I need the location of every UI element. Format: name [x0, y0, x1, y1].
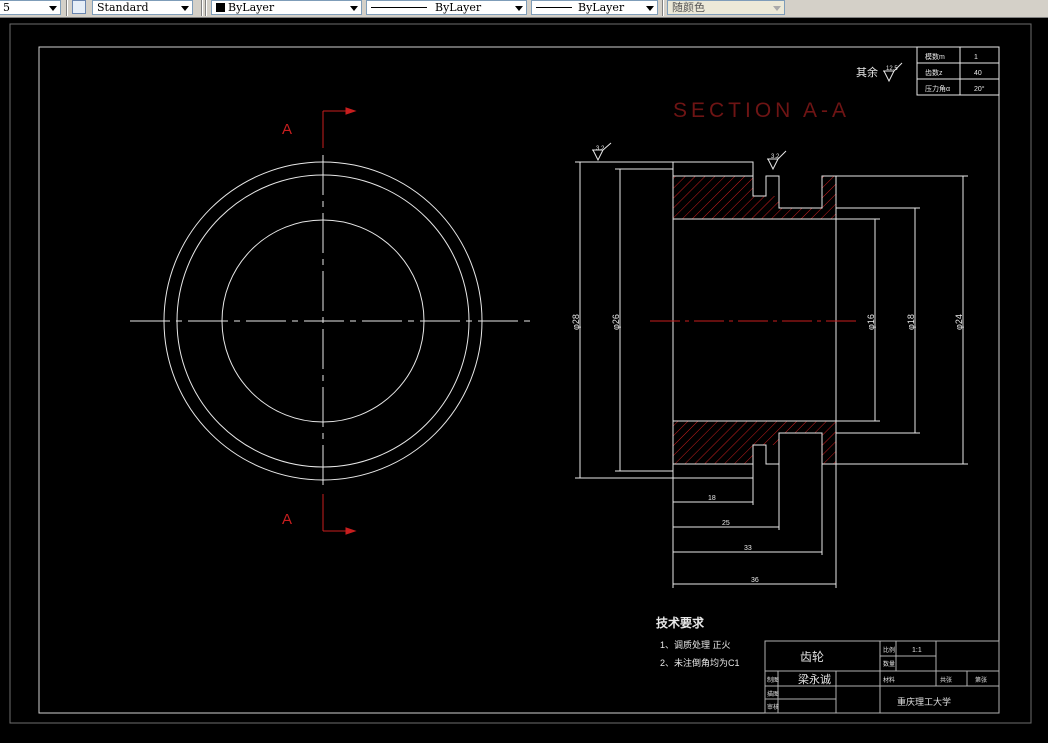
- tech-req-item: 2、未注倒角均为C1: [660, 657, 740, 668]
- material-label: 材料: [883, 676, 895, 684]
- cut-label-bottom: A: [282, 511, 292, 528]
- properties-toolbar: 5 Standard ByLayer ByLayer ByLayer 随颜色: [0, 0, 1048, 18]
- roughness-other-label: 其余: [856, 65, 878, 79]
- chevron-down-icon[interactable]: [645, 3, 655, 13]
- hatch-bottom-flange: [822, 433, 836, 464]
- toolbar-separator: [205, 0, 207, 16]
- first-dropdown[interactable]: 5: [0, 0, 61, 15]
- first-dropdown-value: 5: [3, 1, 10, 14]
- inner-frame: [38, 46, 1000, 714]
- section-title: SECTION A-A: [673, 99, 850, 122]
- school-name: 重庆理工大学: [897, 696, 951, 707]
- row-label: 审核: [767, 703, 779, 711]
- dim-25: 25: [722, 520, 730, 527]
- lineweight-value: ByLayer: [578, 1, 625, 14]
- roughness-left-value: 3.2: [596, 146, 605, 152]
- tech-requirements: 技术要求 1、调质处理 正火 2、未注倒角均为C1: [656, 615, 740, 668]
- scale-label: 比例: [883, 646, 895, 654]
- dim-d28: φ28: [571, 314, 581, 330]
- chevron-down-icon[interactable]: [48, 3, 58, 13]
- hatch-top: [673, 176, 836, 219]
- sheet-label: 共张: [940, 676, 952, 684]
- param-value: 40: [974, 70, 982, 77]
- dim-d18: φ18: [906, 314, 916, 330]
- text-style-value: Standard: [97, 1, 149, 14]
- qty-label: 数量: [883, 660, 895, 668]
- linetype-dropdown[interactable]: ByLayer: [366, 0, 527, 15]
- row-label: 制图: [767, 676, 779, 684]
- param-label: 模数m: [925, 52, 945, 61]
- toolbar-separator: [66, 0, 68, 16]
- text-style-dropdown[interactable]: Standard: [92, 0, 193, 15]
- roughness-other-value: 12.5: [886, 66, 898, 72]
- outer-frame: [9, 23, 1032, 724]
- part-name: 齿轮: [800, 650, 824, 664]
- front-view: [130, 155, 530, 490]
- color-swatch-icon: [216, 3, 225, 12]
- toolbar-separator: [662, 0, 664, 16]
- hatch-top-flange: [822, 176, 836, 208]
- row-label: 描图: [767, 690, 779, 698]
- linetype-sample-icon: [371, 7, 427, 8]
- sheet-no: 第张: [975, 676, 987, 684]
- roughness-other-icon: [883, 70, 895, 83]
- color-dropdown[interactable]: ByLayer: [211, 0, 362, 15]
- chevron-down-icon[interactable]: [180, 3, 190, 13]
- dim-d16: φ16: [866, 314, 876, 330]
- param-label: 压力角α: [925, 84, 950, 93]
- chevron-down-icon[interactable]: [349, 3, 359, 13]
- color-value: ByLayer: [228, 1, 275, 14]
- drawer-name: 梁永诚: [798, 672, 831, 686]
- text-style-icon[interactable]: [72, 0, 86, 14]
- plot-style-dropdown[interactable]: 随颜色: [667, 0, 785, 15]
- param-value: 20°: [974, 85, 985, 93]
- chevron-down-icon[interactable]: [514, 3, 524, 13]
- drawing-canvas[interactable]: A A SECTION A-A φ28 φ26 φ16 φ18 φ24 18 2…: [0, 18, 1048, 743]
- title-block: 齿轮 梁永诚 制图 描图 审核 比例 1:1 数量 材料 共张 第张 重庆理工大…: [764, 640, 1000, 714]
- dim-36: 36: [751, 577, 759, 584]
- section-view: φ28 φ26 φ16 φ18 φ24 18 25 33 36 3.2 3.2 …: [571, 62, 968, 588]
- linetype-value: ByLayer: [435, 1, 482, 14]
- chevron-down-icon[interactable]: [772, 3, 782, 13]
- roughness-mid-icon: [767, 158, 779, 171]
- hatch-bottom: [673, 421, 836, 464]
- param-value: 1: [974, 54, 978, 61]
- lineweight-dropdown[interactable]: ByLayer: [531, 0, 658, 15]
- dim-d24: φ24: [954, 314, 964, 330]
- scale-value: 1:1: [912, 647, 922, 654]
- plot-style-value: 随颜色: [672, 1, 705, 14]
- tech-req-title: 技术要求: [656, 615, 705, 630]
- toolbar-separator: [201, 0, 203, 16]
- dim-d26: φ26: [611, 314, 621, 330]
- lineweight-sample-icon: [536, 7, 572, 8]
- cut-label-top: A: [282, 121, 292, 138]
- param-label: 齿数z: [925, 68, 943, 77]
- dim-33: 33: [744, 545, 752, 552]
- dim-18: 18: [708, 495, 716, 502]
- param-table: 模数m 1 齿数z 40 压力角α 20°: [916, 46, 1000, 96]
- roughness-mid-value: 3.2: [771, 154, 780, 160]
- tech-req-item: 1、调质处理 正火: [660, 639, 731, 650]
